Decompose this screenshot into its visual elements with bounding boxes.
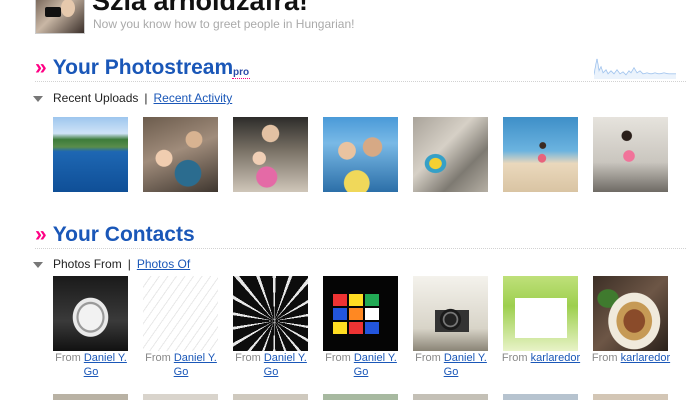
photostream-heading[interactable]: » Your Photostream — [35, 56, 233, 80]
section-divider — [35, 81, 686, 82]
photo-family-selfie[interactable] — [233, 117, 308, 192]
photo-next-row[interactable] — [593, 394, 668, 400]
photo-next-row[interactable] — [503, 394, 578, 400]
from-label: From — [55, 352, 81, 364]
activity-sparkline[interactable] — [594, 55, 676, 82]
photo-kids-in-car[interactable] — [143, 117, 218, 192]
photo-next-row[interactable] — [53, 394, 128, 400]
tab-separator: | — [144, 91, 148, 105]
tab-recent-uploads[interactable]: Recent Uploads — [53, 91, 138, 105]
triangle-down-icon[interactable] — [33, 95, 43, 102]
photostream-title[interactable]: Your Photostream — [53, 56, 233, 79]
photo-caption: From Daniel Y. Go — [318, 351, 404, 379]
photo-sketch-drawing[interactable] — [143, 276, 218, 351]
author-link[interactable]: Daniel Y. Go — [354, 352, 397, 378]
photo-caption: From karlaredor — [588, 351, 674, 365]
photo-rubiks-cube[interactable] — [323, 276, 398, 351]
photo-child-on-shore[interactable] — [503, 117, 578, 192]
pro-badge[interactable]: pro — [232, 67, 251, 79]
photo-spiral-staircase[interactable] — [233, 276, 308, 351]
author-link[interactable]: Daniel Y. Go — [174, 352, 217, 378]
contacts-tabs: Photos From | Photos Of — [33, 257, 190, 271]
photo-caption: From Daniel Y. Go — [48, 351, 134, 379]
photo-caption: From Daniel Y. Go — [228, 351, 314, 379]
photostream-tabs: Recent Uploads | Recent Activity — [33, 91, 232, 105]
author-link[interactable]: Daniel Y. Go — [444, 352, 487, 378]
from-label: From — [415, 352, 441, 364]
tab-photos-of[interactable]: Photos Of — [137, 257, 190, 271]
from-label: From — [325, 352, 351, 364]
photo-next-row[interactable] — [323, 394, 398, 400]
author-link[interactable]: Daniel Y. Go — [84, 352, 127, 378]
photo-tgif-poster[interactable] — [503, 276, 578, 351]
from-label: From — [145, 352, 171, 364]
author-link[interactable]: Daniel Y. Go — [264, 352, 307, 378]
tab-recent-activity[interactable]: Recent Activity — [154, 91, 233, 105]
avatar[interactable] — [35, 0, 85, 34]
photo-next-row[interactable] — [233, 394, 308, 400]
from-label: From — [235, 352, 261, 364]
tab-separator: | — [127, 257, 131, 271]
from-label: From — [591, 352, 618, 364]
photo-beach-toy-shadow[interactable] — [413, 117, 488, 192]
photo-infinity-pool[interactable] — [53, 117, 128, 192]
photo-bike-helmet[interactable] — [53, 276, 128, 351]
greeting-subtitle: Now you know how to greet people in Hung… — [93, 17, 355, 31]
photo-caption: From karlaredor — [498, 351, 584, 365]
photo-kids-at-beach[interactable] — [323, 117, 398, 192]
tab-photos-from[interactable]: Photos From — [53, 257, 122, 271]
contacts-heading[interactable]: » Your Contacts — [35, 223, 195, 247]
from-label: From — [501, 352, 528, 364]
photo-vintage-camera[interactable] — [413, 276, 488, 351]
face-shape — [61, 0, 75, 17]
photo-food-plate[interactable] — [593, 276, 668, 351]
camera-shape — [45, 7, 61, 17]
raquo-icon: » — [35, 56, 47, 79]
photo-next-row[interactable] — [413, 394, 488, 400]
section-divider — [35, 248, 686, 249]
triangle-down-icon[interactable] — [33, 261, 43, 268]
greeting-title: Szia arnoldzafra! — [92, 0, 309, 16]
raquo-icon: » — [35, 223, 47, 246]
photo-next-row[interactable] — [143, 394, 218, 400]
author-link[interactable]: karlaredor — [621, 352, 671, 364]
contacts-title[interactable]: Your Contacts — [53, 223, 195, 246]
photo-caption: From Daniel Y. Go — [138, 351, 224, 379]
photo-caption: From Daniel Y. Go — [408, 351, 494, 379]
photo-child-walking-sand[interactable] — [593, 117, 668, 192]
author-link[interactable]: karlaredor — [531, 352, 581, 364]
